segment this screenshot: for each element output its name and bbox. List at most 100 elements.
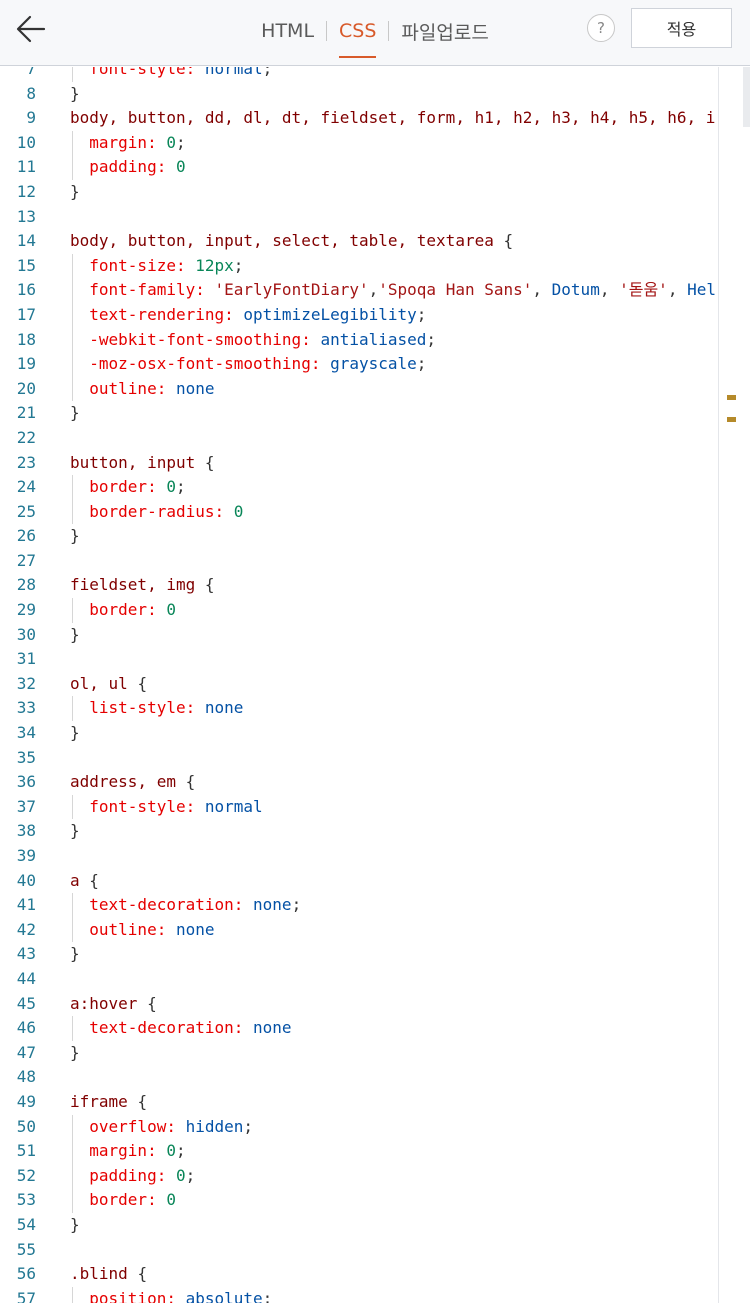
code-token: a: [70, 870, 90, 890]
css-code-editor[interactable]: 7 font-style: normal; 8} 9 body, button, dd…: [0, 67, 718, 1303]
code-text: text-decoration: none;: [70, 893, 301, 918]
code-line[interactable]: 56 .blind {: [0, 1262, 718, 1287]
code-line[interactable]: 22: [0, 426, 718, 451]
code-text: }: [70, 401, 80, 426]
code-line[interactable]: 26}: [0, 524, 718, 549]
code-token: {: [204, 575, 215, 595]
code-line[interactable]: 46 text-decoration: none: [0, 1016, 718, 1041]
code-token: 0: [166, 132, 176, 152]
code-line[interactable]: 31: [0, 647, 718, 672]
overview-ruler[interactable]: [718, 67, 750, 1303]
line-number: 24: [16, 477, 36, 497]
code-line[interactable]: 33 list-style: none: [0, 696, 718, 722]
code-token: ;: [233, 255, 244, 275]
code-line[interactable]: 37 font-style: normal: [0, 794, 718, 820]
code-line[interactable]: 34}: [0, 721, 718, 746]
code-line[interactable]: 10 margin: 0;: [0, 130, 718, 156]
apply-button[interactable]: 적용: [631, 8, 732, 48]
code-line[interactable]: 14 body, button, input, select, table, te…: [0, 229, 718, 254]
code-line[interactable]: 24 border: 0;: [0, 475, 718, 500]
help-button[interactable]: ?: [587, 14, 615, 42]
code-line[interactable]: 11 padding: 0: [0, 155, 718, 180]
code-line[interactable]: 29 border: 0: [0, 598, 718, 623]
code-token: ;: [175, 477, 186, 497]
code-token: {: [89, 870, 99, 890]
code-text: overflow: hidden;: [70, 1115, 253, 1140]
line-number: 38: [16, 821, 36, 841]
code-token: margin:: [70, 132, 167, 152]
code-lines: 7 font-style: normal; 8} 9 body, button, dd…: [0, 67, 718, 1303]
code-text: margin: 0;: [70, 1139, 185, 1164]
code-token: grayscale: [330, 354, 417, 374]
code-token: ol, ul: [70, 673, 138, 693]
line-number: 56: [16, 1264, 36, 1284]
code-line[interactable]: 41 text-decoration: none;: [0, 893, 718, 918]
code-token: 0: [166, 600, 176, 620]
code-token: border:: [70, 1190, 167, 1210]
line-number: 48: [16, 1067, 36, 1087]
code-token: {: [204, 452, 215, 472]
code-token: 0: [166, 477, 176, 497]
code-line[interactable]: 39: [0, 844, 718, 869]
tab-file-upload[interactable]: 파일업로드: [389, 18, 500, 45]
code-line[interactable]: 54}: [0, 1213, 718, 1238]
code-line[interactable]: 48: [0, 1065, 718, 1090]
code-line[interactable]: 21}: [0, 401, 718, 426]
code-line[interactable]: 36 address, em {: [0, 770, 718, 795]
code-line[interactable]: 40 a {: [0, 869, 718, 894]
code-token: ;: [416, 354, 427, 374]
code-line[interactable]: 42 outline: none: [0, 917, 718, 943]
code-line[interactable]: 17 text-rendering: optimizeLegibility;: [0, 302, 718, 328]
code-line[interactable]: 38}: [0, 819, 718, 844]
code-token: }: [70, 526, 80, 546]
line-number: 20: [16, 378, 36, 398]
code-line[interactable]: 15 font-size: 12px;: [0, 253, 718, 279]
code-token: text-rendering:: [70, 304, 244, 324]
code-token: none: [253, 1018, 292, 1038]
code-line[interactable]: 57 position: absolute;: [0, 1286, 718, 1303]
code-line[interactable]: 25 border-radius: 0: [0, 499, 718, 525]
code-line[interactable]: 7 font-style: normal;: [0, 67, 718, 82]
code-line[interactable]: 50 overflow: hidden;: [0, 1114, 718, 1140]
code-line[interactable]: 18 -webkit-font-smoothing: antialiased;: [0, 327, 718, 353]
tab-html[interactable]: HTML: [249, 20, 326, 42]
tab-css[interactable]: CSS: [327, 20, 388, 58]
code-line[interactable]: 27: [0, 549, 718, 574]
code-line[interactable]: 30}: [0, 623, 718, 648]
code-line[interactable]: 20 outline: none: [0, 376, 718, 402]
code-token: }: [70, 821, 80, 841]
code-text: }: [70, 623, 80, 648]
code-line[interactable]: 19 -moz-osx-font-smoothing: grayscale;: [0, 352, 718, 377]
code-text: }: [70, 1213, 80, 1238]
code-token: 0: [175, 157, 186, 177]
code-line[interactable]: 9 body, button, dd, dl, dt, fieldset, for…: [0, 106, 718, 131]
code-line[interactable]: 28 fieldset, img {: [0, 573, 718, 598]
code-line[interactable]: 8}: [0, 82, 718, 107]
code-line[interactable]: 52 padding: 0;: [0, 1163, 718, 1189]
code-token: padding:: [70, 157, 176, 177]
code-line[interactable]: 44: [0, 967, 718, 992]
code-line[interactable]: 55: [0, 1238, 718, 1263]
code-line[interactable]: 51 margin: 0;: [0, 1139, 718, 1164]
code-line[interactable]: 35: [0, 746, 718, 771]
code-line[interactable]: 23 button, input {: [0, 451, 718, 476]
code-token: border:: [70, 600, 167, 620]
line-number: 52: [16, 1165, 36, 1185]
code-text: a:hover {: [70, 992, 157, 1017]
code-line[interactable]: 12}: [0, 180, 718, 205]
code-token: address, em: [70, 772, 186, 792]
code-line[interactable]: 13: [0, 205, 718, 230]
code-token: normal: [204, 796, 263, 816]
code-text: button, input {: [70, 451, 215, 476]
code-line[interactable]: 49 iframe {: [0, 1090, 718, 1115]
code-line[interactable]: 47}: [0, 1041, 718, 1066]
code-line[interactable]: 32 ol, ul {: [0, 672, 718, 697]
code-line[interactable]: 43}: [0, 942, 718, 967]
scrollbar-thumb[interactable]: [743, 67, 750, 127]
code-line[interactable]: 16 font-family: 'EarlyFontDiary','Spoqa …: [0, 278, 718, 303]
code-line[interactable]: 53 border: 0: [0, 1188, 718, 1213]
line-number: 8: [26, 83, 36, 103]
code-line[interactable]: 45 a:hover {: [0, 992, 718, 1017]
code-token: ,: [667, 280, 688, 300]
code-token: 12px: [195, 255, 234, 275]
